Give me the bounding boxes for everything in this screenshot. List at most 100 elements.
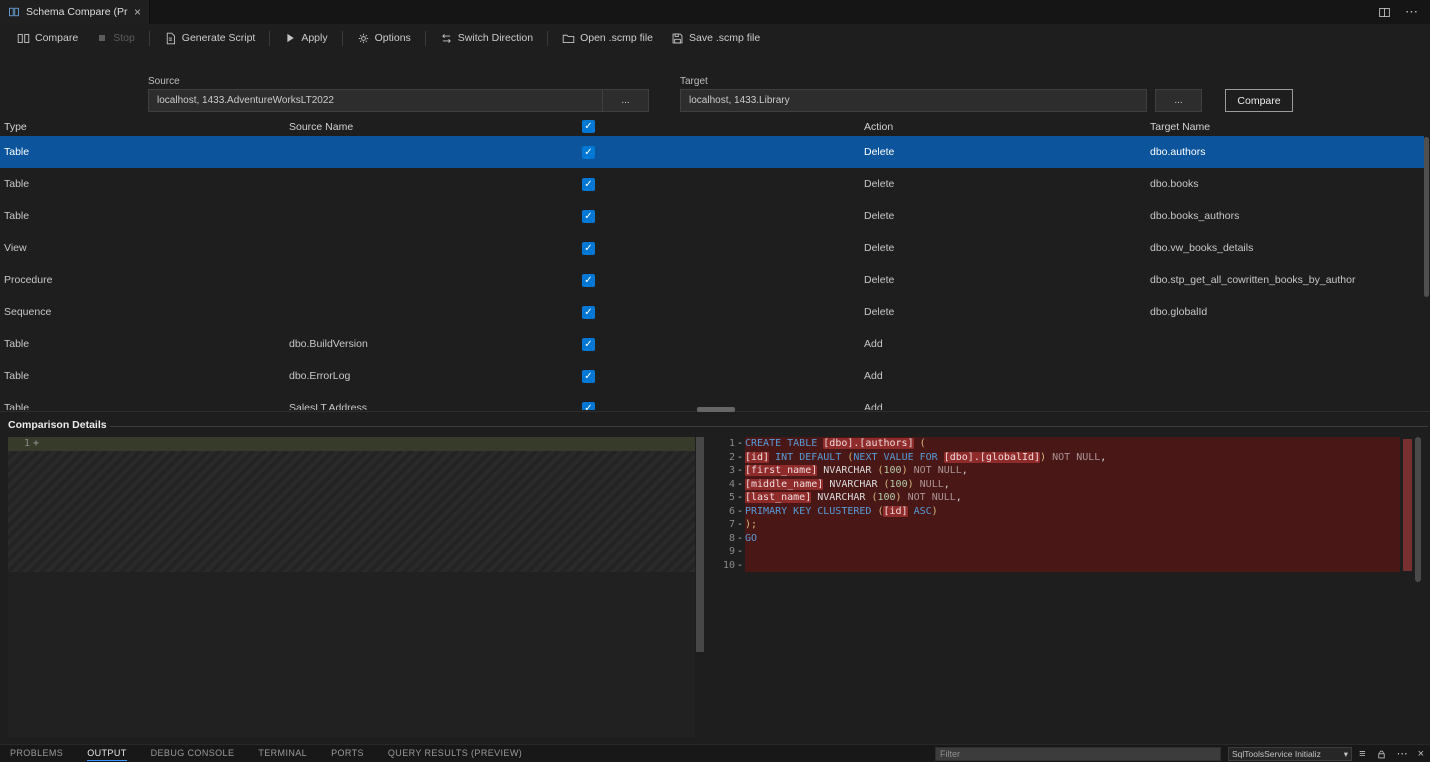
switch-direction-button[interactable]: Switch Direction xyxy=(431,29,542,48)
panel-tab-terminal[interactable]: TERMINAL xyxy=(258,745,307,762)
select-all-checkbox[interactable]: ✓ xyxy=(582,120,595,133)
table-row[interactable]: Table✓Deletedbo.authors xyxy=(0,136,1424,168)
table-row[interactable]: View✓Deletedbo.vw_books_details xyxy=(0,232,1424,264)
cell-include: ✓ xyxy=(578,370,860,383)
apply-icon xyxy=(284,32,296,44)
output-channel-value: SqlToolsService Initializ xyxy=(1232,749,1341,759)
cell-action: Add xyxy=(860,402,1146,410)
source-browse-button[interactable]: ... xyxy=(602,89,649,112)
apply-button[interactable]: Apply xyxy=(275,29,336,47)
save-scmp-button[interactable]: Save .scmp file xyxy=(662,29,769,48)
stop-button[interactable]: Stop xyxy=(87,29,144,47)
chevron-down-icon: ▾ xyxy=(1344,749,1348,760)
source-label: Source xyxy=(148,76,180,87)
table-row[interactable]: Sequence✓Deletedbo.globalId xyxy=(0,296,1424,328)
cell-action: Add xyxy=(860,338,1146,350)
row-checkbox[interactable]: ✓ xyxy=(582,210,595,223)
cell-target-name: dbo.authors xyxy=(1146,146,1424,158)
diff-filler-region xyxy=(8,451,695,572)
table-row[interactable]: Table✓Deletedbo.books_authors xyxy=(0,200,1424,232)
diff-line: 3-[first_name] NVARCHAR (100) NOT NULL, xyxy=(705,464,1414,478)
toolbar-separator xyxy=(425,31,426,46)
splitter-handle[interactable] xyxy=(697,407,735,412)
cell-action: Delete xyxy=(860,210,1146,222)
row-checkbox[interactable]: ✓ xyxy=(582,338,595,351)
diff-line: 1-CREATE TABLE [dbo].[authors] ( xyxy=(705,437,1414,451)
cell-action: Delete xyxy=(860,178,1146,190)
cell-type: Table xyxy=(0,178,285,190)
more-actions-icon[interactable]: ⋯ xyxy=(1405,4,1418,20)
cell-type: Sequence xyxy=(0,306,285,318)
more-icon[interactable]: ⋯ xyxy=(1397,749,1408,760)
source-input[interactable] xyxy=(148,89,603,112)
apply-button-label: Apply xyxy=(301,32,327,44)
close-tab-icon[interactable]: × xyxy=(134,6,141,18)
bottom-panel-bar: PROBLEMS OUTPUT DEBUG CONSOLE TERMINAL PORTS… xyxy=(0,744,1430,762)
column-header-source-name[interactable]: Source Name xyxy=(285,121,578,133)
overview-ruler[interactable] xyxy=(1400,437,1414,737)
output-filter-input[interactable] xyxy=(935,747,1221,761)
diff-line: 8-GO xyxy=(705,532,1414,546)
table-row[interactable]: Table✓Deletedbo.books xyxy=(0,168,1424,200)
split-editor-icon[interactable] xyxy=(1378,6,1391,19)
cell-action: Delete xyxy=(860,146,1146,158)
diff-source-pane: 1+ xyxy=(8,437,695,737)
options-button[interactable]: Options xyxy=(348,29,420,48)
cell-source-name: dbo.ErrorLog xyxy=(285,370,578,382)
toolbar-separator xyxy=(269,31,270,46)
diff-scrollbar-thumb[interactable] xyxy=(1415,437,1421,582)
target-label: Target xyxy=(680,76,708,87)
cell-type: Table xyxy=(0,402,285,410)
table-row[interactable]: Tabledbo.BuildVersion✓Add xyxy=(0,328,1424,360)
panel-tab-output[interactable]: OUTPUT xyxy=(87,745,126,762)
panel-tab-debug-console[interactable]: DEBUG CONSOLE xyxy=(151,745,235,762)
cell-target-name: dbo.vw_books_details xyxy=(1146,242,1424,254)
column-header-action[interactable]: Action xyxy=(860,121,1146,133)
row-checkbox[interactable]: ✓ xyxy=(582,370,595,383)
target-input[interactable] xyxy=(680,89,1147,112)
cell-include: ✓ xyxy=(578,306,860,319)
column-header-target-name[interactable]: Target Name xyxy=(1146,121,1424,133)
diff-left-scrollbar[interactable] xyxy=(696,437,704,652)
lock-icon[interactable] xyxy=(1376,749,1387,760)
cell-source-name: SalesLT.Address xyxy=(285,402,578,410)
run-compare-button[interactable]: Compare xyxy=(1225,89,1293,112)
schema-compare-toolbar: Compare Stop Generate Script Apply Optio… xyxy=(0,24,1430,52)
diff-table-body: Table✓Deletedbo.authorsTable✓Deletedbo.b… xyxy=(0,136,1424,410)
tab-schema-compare[interactable]: Schema Compare (Preview) × xyxy=(0,0,150,24)
cell-type: View xyxy=(0,242,285,254)
open-file-icon xyxy=(562,32,575,45)
panel-tab-problems[interactable]: PROBLEMS xyxy=(10,745,63,762)
cell-include: ✓ xyxy=(578,242,860,255)
toolbar-separator xyxy=(149,31,150,46)
panel-tab-ports[interactable]: PORTS xyxy=(331,745,364,762)
target-browse-button[interactable]: ... xyxy=(1155,89,1202,112)
generate-script-button[interactable]: Generate Script xyxy=(155,29,265,48)
panel-tab-query-results-preview[interactable]: QUERY RESULTS (PREVIEW) xyxy=(388,745,522,762)
cell-type: Table xyxy=(0,210,285,222)
column-header-type[interactable]: Type xyxy=(0,121,285,133)
stop-button-label: Stop xyxy=(113,32,135,44)
table-row[interactable]: Tabledbo.ErrorLog✓Add xyxy=(0,360,1424,392)
clear-output-icon[interactable]: ≡ xyxy=(1359,749,1365,760)
compare-icon xyxy=(17,32,30,45)
compare-button[interactable]: Compare xyxy=(8,29,87,48)
row-checkbox[interactable]: ✓ xyxy=(582,402,595,411)
diff-scrollbar[interactable] xyxy=(1414,437,1422,737)
row-checkbox[interactable]: ✓ xyxy=(582,146,595,159)
comparison-details-title: Comparison Details xyxy=(8,419,107,431)
row-checkbox[interactable]: ✓ xyxy=(582,306,595,319)
row-checkbox[interactable]: ✓ xyxy=(582,274,595,287)
table-row[interactable]: Procedure✓Deletedbo.stp_get_all_cowritte… xyxy=(0,264,1424,296)
close-panel-icon[interactable]: × xyxy=(1418,749,1424,760)
row-checkbox[interactable]: ✓ xyxy=(582,178,595,191)
diff-line: 10- xyxy=(705,559,1414,573)
table-scrollbar[interactable] xyxy=(1424,137,1429,297)
row-checkbox[interactable]: ✓ xyxy=(582,242,595,255)
cell-type: Procedure xyxy=(0,274,285,286)
output-channel-select[interactable]: SqlToolsService Initializ ▾ xyxy=(1228,747,1352,761)
diff-target-pane: 1-CREATE TABLE [dbo].[authors] (2-[id] I… xyxy=(705,437,1414,737)
open-scmp-button[interactable]: Open .scmp file xyxy=(553,29,662,48)
diff-line: 4-[middle_name] NVARCHAR (100) NULL, xyxy=(705,478,1414,492)
options-button-label: Options xyxy=(375,32,411,44)
